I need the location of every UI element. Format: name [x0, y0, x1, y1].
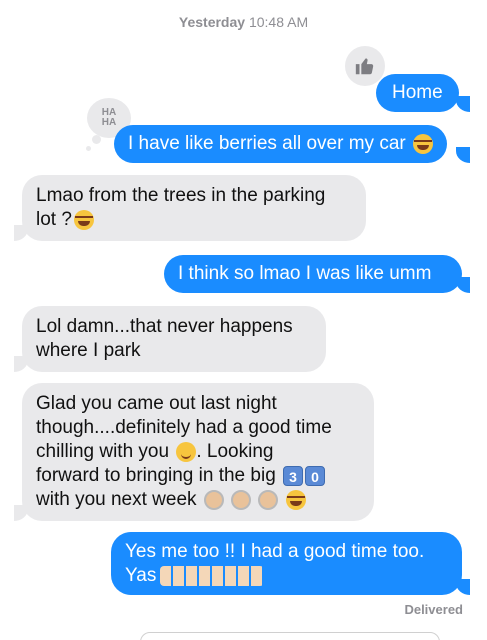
keycap-digit-zero-icon: 0 [305, 465, 326, 486]
message-text: Home [392, 82, 443, 103]
bubble-tail [456, 277, 470, 293]
conversation-timestamp: Yesterday 10:48 AM [0, 14, 487, 30]
message-text-line: Lmao from the trees in the parking [36, 185, 326, 206]
raising-hands-icon [160, 565, 265, 586]
old-woman-icon [258, 489, 279, 510]
bubble-tail [456, 147, 470, 163]
message-bubble-outgoing[interactable]: Home [376, 74, 459, 112]
bubble-tail [456, 96, 470, 112]
message-text-line: Lol damn...that never happens [36, 316, 293, 337]
bubble-tail [14, 225, 28, 241]
message-bubble-incoming[interactable]: Glad you came out last night though....d… [22, 383, 374, 521]
message-text: I have like berries all over my car [128, 133, 406, 154]
old-woman-icon [203, 489, 224, 510]
imessage-conversation: Yesterday 10:48 AM Home HA HA I have lik… [0, 0, 487, 640]
message-text-line: with you next week [36, 488, 360, 512]
face-with-tears-of-joy-icon [73, 209, 94, 230]
message-text-line: Glad you came out last night [36, 393, 277, 414]
reaction-dot [86, 146, 91, 151]
message-bubble-incoming[interactable]: Lmao from the trees in the parking lot ? [22, 175, 366, 241]
message-text-line: lot ? [36, 208, 352, 232]
reaction-dot [92, 135, 101, 144]
old-woman-icon [231, 489, 252, 510]
message-text: I think so lmao I was like umm [178, 263, 432, 284]
message-text-line: forward to bringing in the big 30 [36, 464, 360, 488]
message-bubble-outgoing[interactable]: Yes me too !! I had a good time too. Yas [111, 532, 462, 595]
message-input-edge[interactable] [140, 632, 440, 640]
delivered-status: Delivered [404, 602, 463, 617]
haha-icon: HA HA [101, 107, 117, 128]
bubble-tail [456, 579, 470, 595]
smiling-face-icon [176, 441, 197, 462]
message-text-line: Yes me too !! I had a good time too. [125, 541, 425, 562]
bubble-tail [14, 505, 28, 521]
message-bubble-outgoing[interactable]: I think so lmao I was like umm [164, 255, 462, 293]
keycap-digit-three-icon: 3 [283, 465, 304, 486]
message-bubble-incoming[interactable]: Lol damn...that never happens where I pa… [22, 306, 326, 372]
message-text-line: chilling with you . Looking [36, 441, 274, 462]
face-with-tears-of-joy-icon [413, 133, 433, 154]
timestamp-day: Yesterday [178, 14, 246, 30]
message-text-line: where I park [36, 340, 141, 361]
bubble-tail [14, 356, 28, 372]
message-text-line: though....definitely had a good time [36, 417, 332, 438]
message-bubble-outgoing[interactable]: I have like berries all over my car [114, 125, 447, 163]
timestamp-time: 10:48 AM [248, 14, 309, 30]
message-text-line: Yas [125, 564, 448, 588]
face-with-tears-of-joy-icon [285, 489, 306, 510]
thumbs-up-icon [355, 58, 374, 75]
